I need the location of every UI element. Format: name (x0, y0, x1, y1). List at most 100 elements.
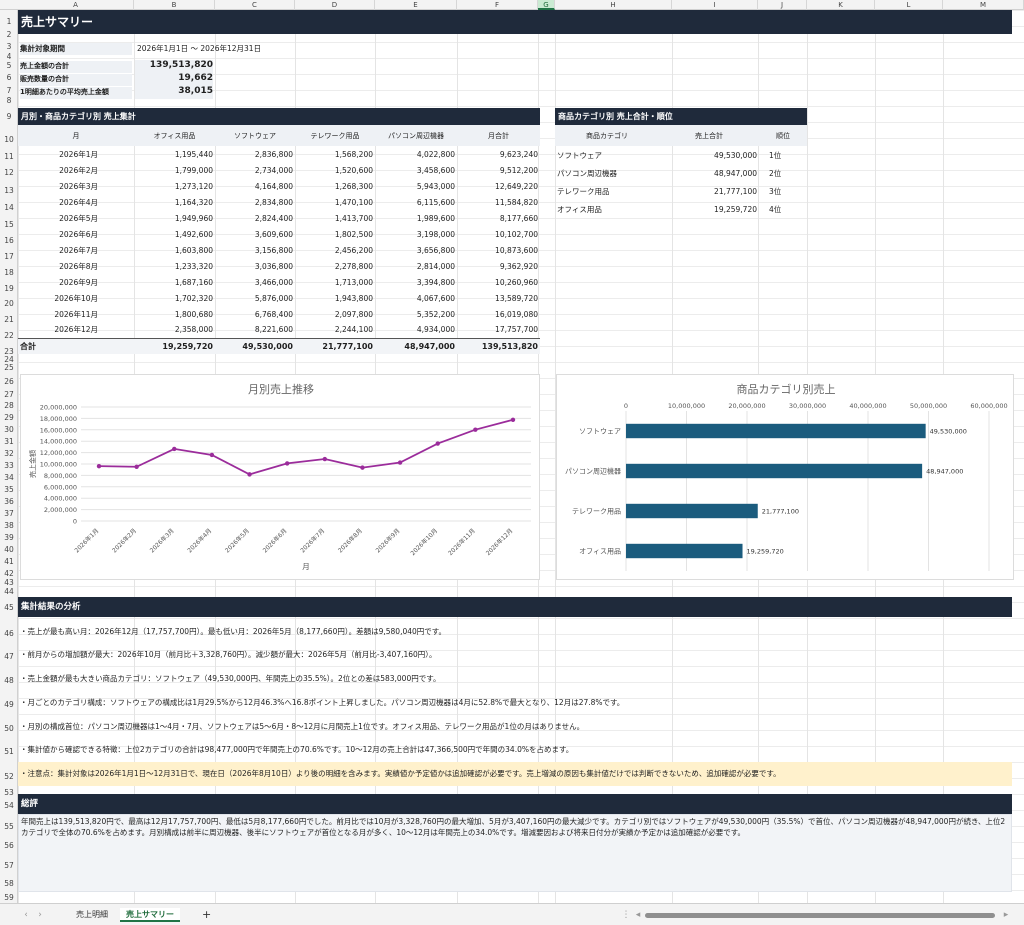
monthly-sales-table: 月オフィス用品 ソフトウェア テレワーク用品 パソコン周辺機器 月合計 2026年1月 1… (18, 125, 540, 354)
row-header[interactable]: 29 (0, 413, 18, 422)
row-header[interactable]: 43 (0, 578, 18, 587)
tab-options-icon[interactable]: ⋮ (620, 908, 632, 922)
row-header[interactable]: 54 (0, 801, 18, 810)
row-header[interactable]: 38 (0, 521, 18, 530)
column-header-c[interactable]: C (215, 0, 295, 10)
prev-sheet-icon[interactable]: ‹ (20, 908, 32, 922)
column-header-e[interactable]: E (375, 0, 457, 10)
row-header[interactable]: 20 (0, 299, 18, 308)
amount-cell: 2,834,800 (254, 197, 293, 207)
bar-chart-panel[interactable]: 商品カテゴリ別売上 0 10,000,000 20,000,000 30,000,000… (556, 374, 1014, 580)
column-header-b[interactable]: B (134, 0, 215, 10)
row-header[interactable]: 5 (0, 61, 18, 70)
row-header[interactable]: 47 (0, 652, 18, 661)
row-header[interactable]: 46 (0, 629, 18, 638)
row-header[interactable]: 2 (0, 30, 18, 39)
row-header[interactable]: 53 (0, 788, 18, 797)
row-header[interactable]: 42 (0, 569, 18, 578)
row-header[interactable]: 31 (0, 437, 18, 446)
row-header[interactable]: 58 (0, 879, 18, 888)
rank-cell: 3位 (769, 186, 782, 196)
row-header[interactable]: 39 (0, 533, 18, 542)
row-header[interactable]: 14 (0, 203, 18, 212)
row-header[interactable]: 30 (0, 425, 18, 434)
row-header[interactable]: 35 (0, 485, 18, 494)
table-row: テレワーク用品 21,777,100 3位 (555, 182, 807, 200)
sheet-tab-detail[interactable]: 売上明細 (70, 908, 114, 922)
table-row: ソフトウェア 49,530,000 1位 (555, 146, 807, 164)
row-header[interactable]: 34 (0, 473, 18, 482)
total-label: 合計 (18, 337, 134, 354)
row-header[interactable]: 49 (0, 700, 18, 709)
column-header-k[interactable]: K (807, 0, 875, 10)
row-header[interactable]: 50 (0, 724, 18, 733)
sheet-tab-summary[interactable]: 売上サマリー (120, 908, 180, 922)
row-header[interactable]: 44 (0, 587, 18, 596)
row-header[interactable]: 13 (0, 186, 18, 195)
row-header[interactable]: 25 (0, 363, 18, 372)
row-header[interactable]: 40 (0, 545, 18, 554)
column-header-i[interactable]: I (672, 0, 758, 10)
row-header[interactable]: 9 (0, 112, 18, 121)
row-header[interactable]: 3 (0, 42, 18, 51)
month-cell: 2026年12月 (54, 325, 98, 335)
row-header[interactable]: 36 (0, 497, 18, 506)
row-header[interactable]: 1 (0, 17, 18, 26)
table-row: 2026年2月 1,799,000 2,734,000 1,520,600 3,458,… (18, 162, 540, 178)
amount-cell: 4,934,000 (416, 325, 455, 335)
scroll-right-icon[interactable]: ▸ (1000, 908, 1012, 922)
amount-cell: 1,949,960 (174, 213, 213, 223)
row-header[interactable]: 41 (0, 557, 18, 566)
row-header[interactable]: 7 (0, 86, 18, 95)
row-header[interactable]: 15 (0, 220, 18, 229)
row-header[interactable]: 6 (0, 73, 18, 82)
column-header-g[interactable]: G (538, 0, 555, 10)
row-header[interactable]: 16 (0, 236, 18, 245)
row-header[interactable]: 37 (0, 509, 18, 518)
row-header[interactable]: 51 (0, 747, 18, 756)
row-header[interactable]: 4 (0, 52, 18, 61)
row-header[interactable]: 17 (0, 252, 18, 261)
monthly-header-cell: オフィス用品 (134, 125, 215, 146)
row-header[interactable]: 22 (0, 331, 18, 340)
row-header[interactable]: 26 (0, 377, 18, 386)
column-header-f[interactable]: F (457, 0, 538, 10)
line-chart-title: 月別売上推移 (248, 382, 314, 396)
horizontal-scrollbar[interactable] (645, 913, 995, 918)
row-header[interactable]: 12 (0, 168, 18, 177)
row-header[interactable]: 59 (0, 893, 18, 902)
row-header[interactable]: 57 (0, 861, 18, 870)
row-header[interactable]: 56 (0, 841, 18, 850)
row-header[interactable]: 11 (0, 152, 18, 161)
category-bar (626, 423, 926, 439)
row-header[interactable]: 10 (0, 135, 18, 144)
column-header-a[interactable]: A (18, 0, 134, 10)
table-row: パソコン周辺機器 48,947,000 2位 (555, 164, 807, 182)
row-header[interactable]: 33 (0, 461, 18, 470)
scroll-left-icon[interactable]: ◂ (632, 908, 644, 922)
row-header[interactable]: 27 (0, 390, 18, 399)
row-header[interactable]: 8 (0, 96, 18, 105)
column-header-m[interactable]: M (943, 0, 1024, 10)
amount-cell: 2,734,000 (254, 165, 293, 175)
month-cell: 2026年8月 (59, 261, 98, 271)
column-header-j[interactable]: J (758, 0, 807, 10)
y-tick-label: 2,000,000 (44, 506, 77, 514)
column-header-h[interactable]: H (555, 0, 672, 10)
row-header[interactable]: 18 (0, 268, 18, 277)
row-header[interactable]: 19 (0, 284, 18, 293)
row-header[interactable]: 45 (0, 603, 18, 612)
column-header-l[interactable]: L (875, 0, 943, 10)
row-header[interactable]: 28 (0, 401, 18, 410)
row-header[interactable]: 48 (0, 676, 18, 685)
next-sheet-icon[interactable]: › (34, 908, 46, 922)
row-header[interactable]: 52 (0, 772, 18, 781)
row-header[interactable]: 21 (0, 315, 18, 324)
row-header[interactable]: 55 (0, 822, 18, 831)
amount-cell: 9,362,920 (499, 261, 538, 271)
column-header-d[interactable]: D (295, 0, 375, 10)
line-chart-panel[interactable]: 月別売上推移 0 2,000,000 4,000,000 6,000,000 8,000,… (20, 374, 540, 580)
add-sheet-button[interactable]: + (196, 908, 217, 922)
amount-cell: 1,164,320 (174, 197, 213, 207)
row-header[interactable]: 32 (0, 449, 18, 458)
